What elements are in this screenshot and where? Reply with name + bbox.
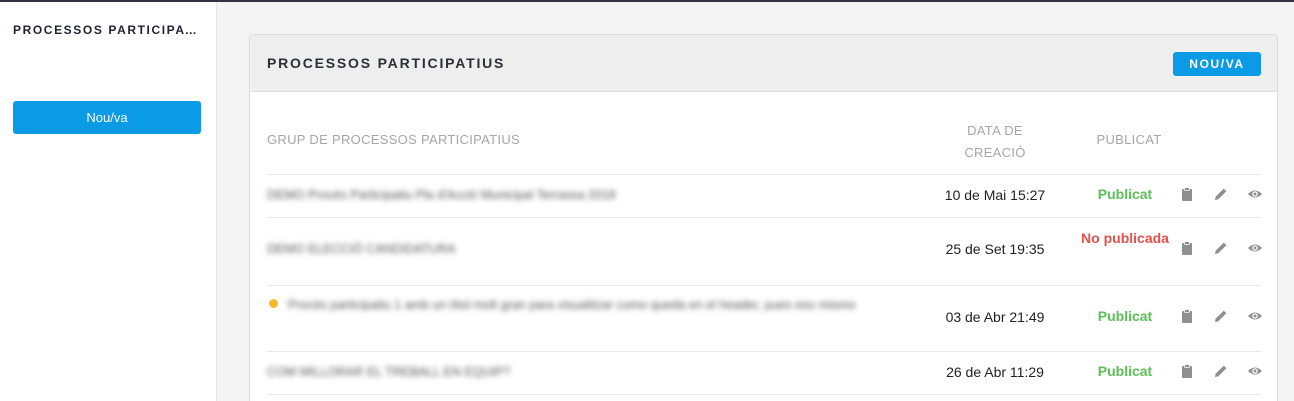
row-divider <box>267 174 1261 175</box>
clipboard-icon[interactable] <box>1179 363 1195 379</box>
card-title: PROCESSOS PARTICIPATIUS <box>267 55 506 71</box>
pencil-icon[interactable] <box>1213 363 1229 379</box>
column-header-date[interactable]: DATA DE CREACIÓ <box>940 120 1050 164</box>
sidebar-new-button[interactable]: Nou/va <box>13 101 201 134</box>
row-divider <box>267 285 1261 286</box>
process-name-link[interactable]: Procés participatiu 1 amb un títol molt … <box>288 293 910 317</box>
row-divider <box>267 217 1261 218</box>
process-name-link[interactable]: COM MILLORAR EL TREBALL EN EQUIP? <box>267 360 907 384</box>
sidebar: PROCESSOS PARTICIPATIUS Nou/va <box>0 2 217 401</box>
eye-icon[interactable] <box>1247 240 1263 256</box>
publish-status-toggle[interactable]: Publicat <box>1070 306 1180 327</box>
clipboard-icon[interactable] <box>1179 240 1195 256</box>
clipboard-icon[interactable] <box>1179 308 1195 324</box>
eye-icon[interactable] <box>1247 186 1263 202</box>
new-process-button[interactable]: NOU/VA <box>1173 52 1261 76</box>
creation-date: 10 de Mai 15:27 <box>944 187 1046 203</box>
highlight-dot <box>269 299 278 308</box>
process-name-link[interactable]: DEMO Procés Participatiu Pla d'Acció Mun… <box>267 183 907 207</box>
publish-status-toggle[interactable]: Publicat <box>1070 361 1180 382</box>
eye-icon[interactable] <box>1247 308 1263 324</box>
publish-status-toggle[interactable]: No publicada <box>1070 228 1180 249</box>
card-header: PROCESSOS PARTICIPATIUS NOU/VA <box>250 35 1277 92</box>
column-header-published[interactable]: PUBLICAT <box>1074 132 1184 147</box>
clipboard-icon[interactable] <box>1179 186 1195 202</box>
column-header-name[interactable]: GRUP DE PROCESSOS PARTICIPATIUS <box>267 132 520 147</box>
pencil-icon[interactable] <box>1213 240 1229 256</box>
row-divider <box>267 394 1261 395</box>
pencil-icon[interactable] <box>1213 186 1229 202</box>
creation-date: 25 de Set 19:35 <box>945 241 1045 257</box>
creation-date: 03 de Abr 21:49 <box>945 309 1045 325</box>
process-name-link[interactable]: DEMO ELECCIÓ CANDIDATURA <box>267 237 907 261</box>
row-divider <box>267 351 1261 352</box>
processes-card: PROCESSOS PARTICIPATIUS NOU/VA GRUP DE P… <box>249 34 1278 401</box>
eye-icon[interactable] <box>1247 363 1263 379</box>
pencil-icon[interactable] <box>1213 308 1229 324</box>
publish-status-toggle[interactable]: Publicat <box>1070 184 1180 205</box>
sidebar-title: PROCESSOS PARTICIPATIUS <box>13 23 205 37</box>
creation-date: 26 de Abr 11:29 <box>946 364 1044 380</box>
